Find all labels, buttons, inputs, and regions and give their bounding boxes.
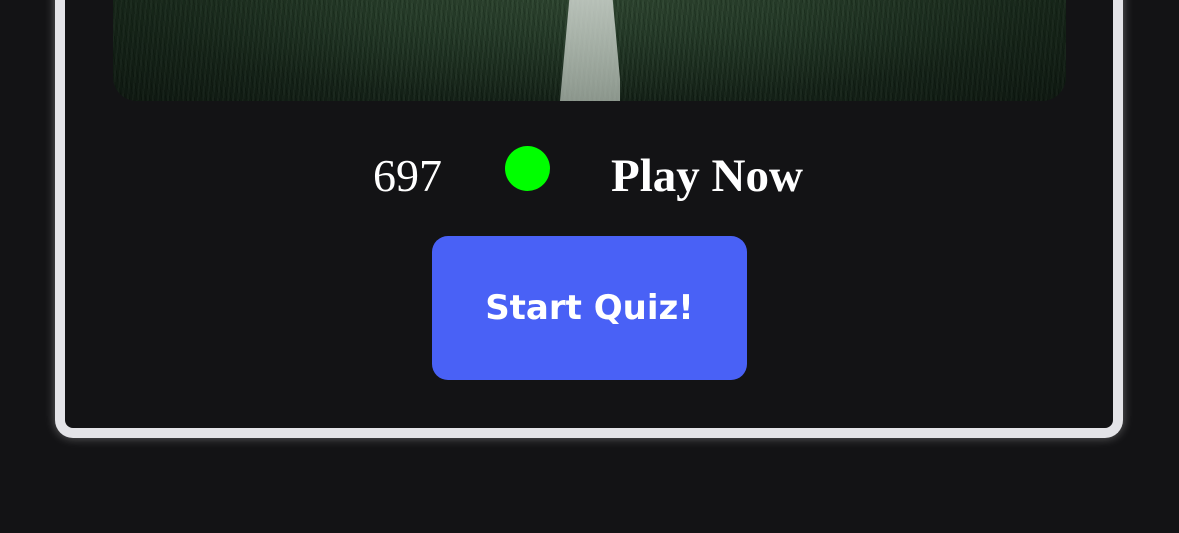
live-status-indicator bbox=[505, 146, 550, 191]
start-quiz-button[interactable]: Start Quiz! bbox=[432, 236, 747, 380]
hero-image bbox=[113, 0, 1066, 101]
player-count: 697 bbox=[373, 150, 442, 201]
play-now-label: Play Now bbox=[611, 150, 803, 202]
